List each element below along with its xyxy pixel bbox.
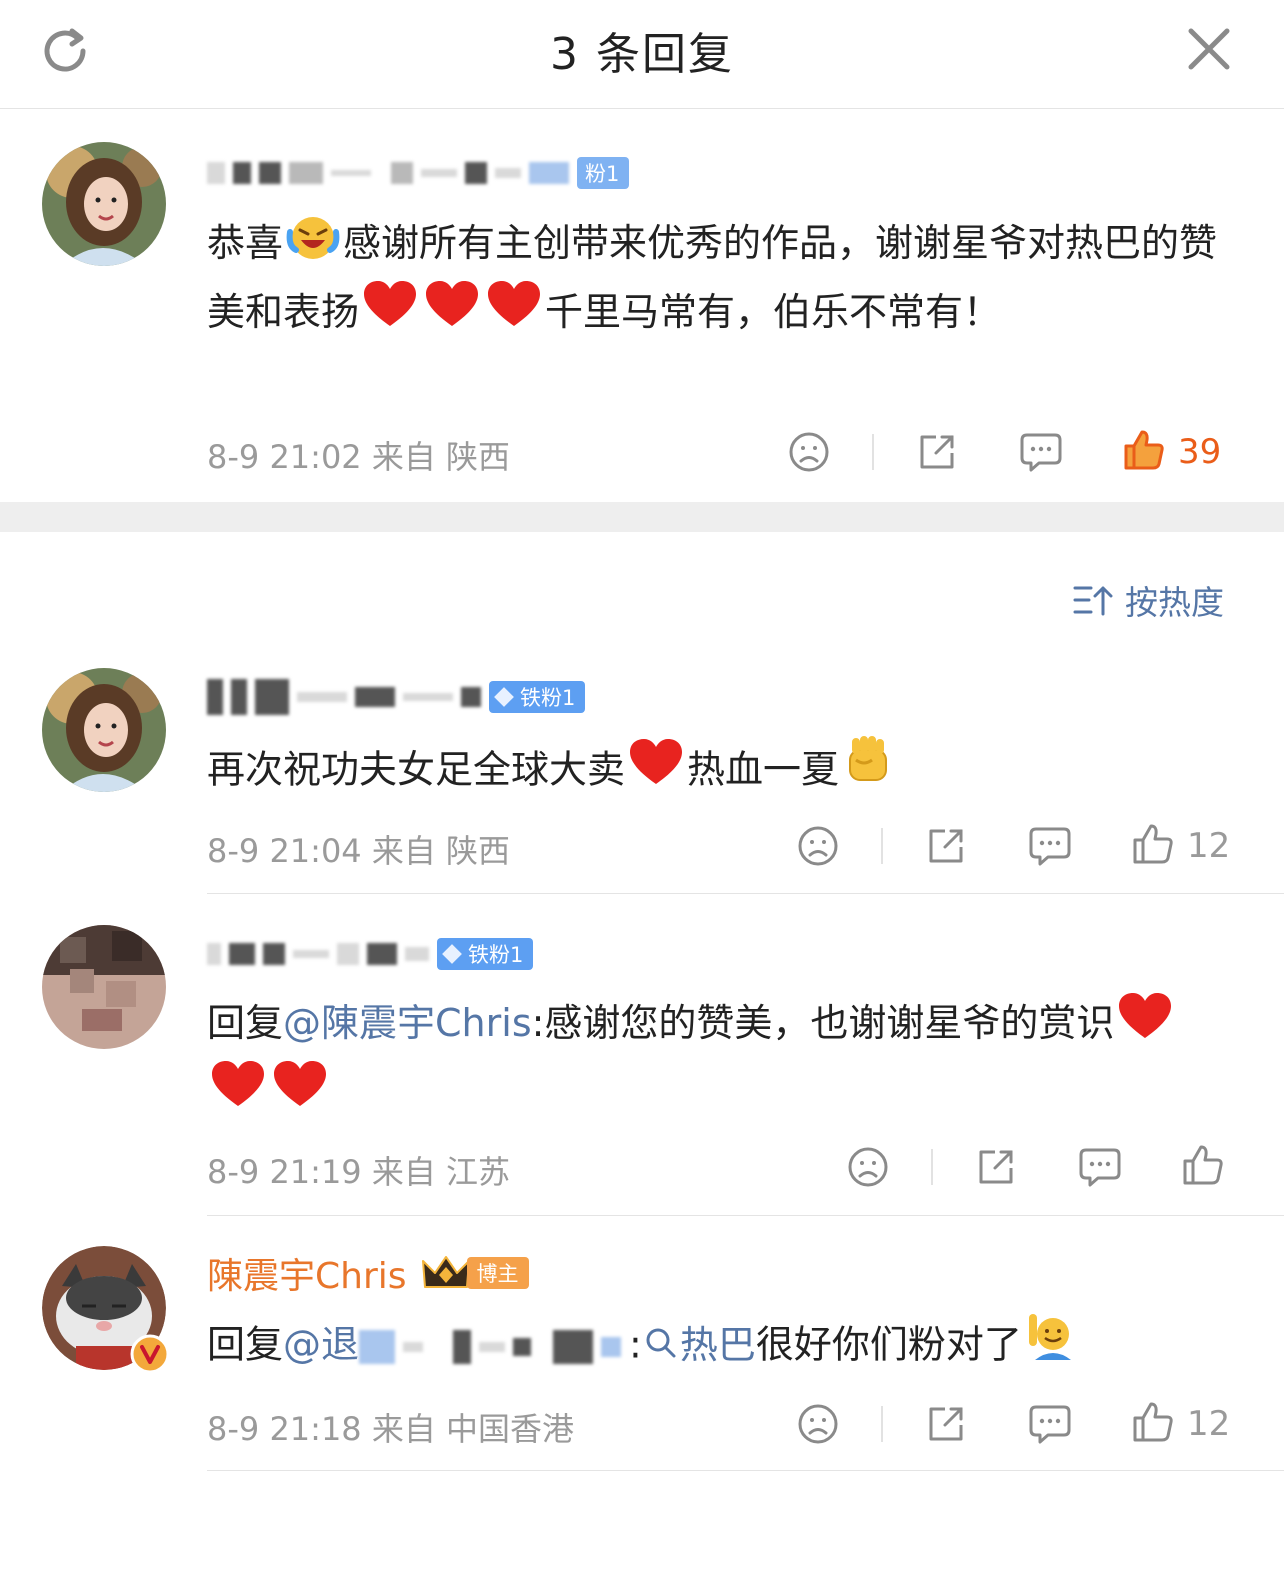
page-title: 3 条回复 [550,29,734,80]
laughing-tears-emoji [286,212,340,280]
like-count: 12 [1187,826,1231,866]
dislike-icon[interactable] [786,431,832,473]
reply-text: 回复@陳震宇Chris:感谢您的赞美，也谢谢星爷的赏识 [207,991,1237,1128]
thumbs-up-icon [1181,1143,1225,1191]
reply-divider [207,1470,1284,1471]
username-row[interactable]: 铁粉1 [207,674,586,720]
fan-badge: 粉1 [577,157,630,189]
sort-button[interactable]: 按热度 [1073,576,1224,624]
share-icon[interactable] [923,1403,969,1445]
share-icon[interactable] [973,1146,1019,1188]
reply-meta: 8-9 21:18 来自 中国香港 [207,1410,575,1448]
heart-emoji [486,280,542,348]
fist-emoji [842,736,894,808]
thumbs-up-icon [1122,428,1166,476]
reply-divider [207,893,1284,894]
heart-emoji [628,738,684,806]
raising-hand-emoji [1025,1312,1075,1382]
like-button[interactable]: 12 [1131,1400,1230,1448]
comment-actions: 39 [786,428,1221,476]
search-icon [644,1315,678,1380]
like-count: 12 [1187,1404,1231,1444]
crown-icon [421,1253,471,1293]
heart-emoji [424,280,480,348]
thumbs-up-icon [1131,1400,1175,1448]
reply-meta: 8-9 21:19 来自 江苏 [207,1153,511,1191]
sort-label: 按热度 [1125,583,1224,622]
like-count: 39 [1178,432,1222,472]
avatar[interactable] [42,1246,170,1374]
avatar[interactable] [42,668,166,792]
like-button[interactable]: 12 [1131,822,1230,870]
share-icon[interactable] [914,431,960,473]
avatar[interactable] [42,142,166,266]
dislike-icon[interactable] [795,825,841,867]
comment-meta: 8-9 21:02 来自 陕西 [207,438,511,476]
reply-text: 回复@退: 热巴很好你们粉对了 [207,1312,1237,1382]
comment-icon[interactable] [1077,1146,1123,1188]
dislike-icon[interactable] [845,1146,891,1188]
reply-actions: 12 [795,1400,1230,1448]
verified-icon [130,1334,170,1374]
heart-emoji [272,1060,328,1128]
reply-text: 再次祝功夫女足全球大卖 热血一夏 [207,736,1237,808]
blogger-badge: 博主 [466,1257,529,1289]
iron-fan-badge: 铁粉1 [489,681,586,713]
close-icon[interactable] [1178,18,1240,80]
comment-icon[interactable] [1027,825,1073,867]
like-button[interactable] [1181,1143,1237,1191]
reply-divider [207,1215,1284,1216]
share-icon[interactable] [923,825,969,867]
sort-icon [1073,582,1113,618]
comment-icon[interactable] [1027,1403,1073,1445]
topic-link[interactable]: 热巴 [642,1323,756,1367]
reply-actions: 12 [795,822,1230,870]
section-divider [0,502,1284,532]
blogger-name[interactable]: 陳震宇Chris [207,1247,407,1299]
reply-meta: 8-9 21:04 来自 陕西 [207,832,511,870]
header-bar: 3 条回复 [0,0,1284,109]
heart-emoji [210,1060,266,1128]
reply-actions [845,1143,1237,1191]
mention-link[interactable]: @退 [283,1323,359,1367]
heart-emoji [362,280,418,348]
heart-emoji [1117,992,1173,1060]
iron-fan-badge: 铁粉1 [437,938,534,970]
like-button[interactable]: 39 [1122,428,1221,476]
thumbs-up-icon [1131,822,1175,870]
mention-link[interactable]: @陳震宇Chris [283,1001,532,1045]
username-row[interactable]: 铁粉1 [207,931,534,977]
dislike-icon[interactable] [795,1403,841,1445]
username-row[interactable]: 粉1 [207,150,630,196]
comment-icon[interactable] [1018,431,1064,473]
username-row[interactable]: 陳震宇Chris 博主 [207,1247,529,1299]
comment-text: 恭喜 感谢所有主创带来优秀的作品，谢谢星爷对热巴的赞美和表扬 千里马常有，伯乐不常有… [207,211,1237,348]
avatar[interactable] [42,925,166,1049]
